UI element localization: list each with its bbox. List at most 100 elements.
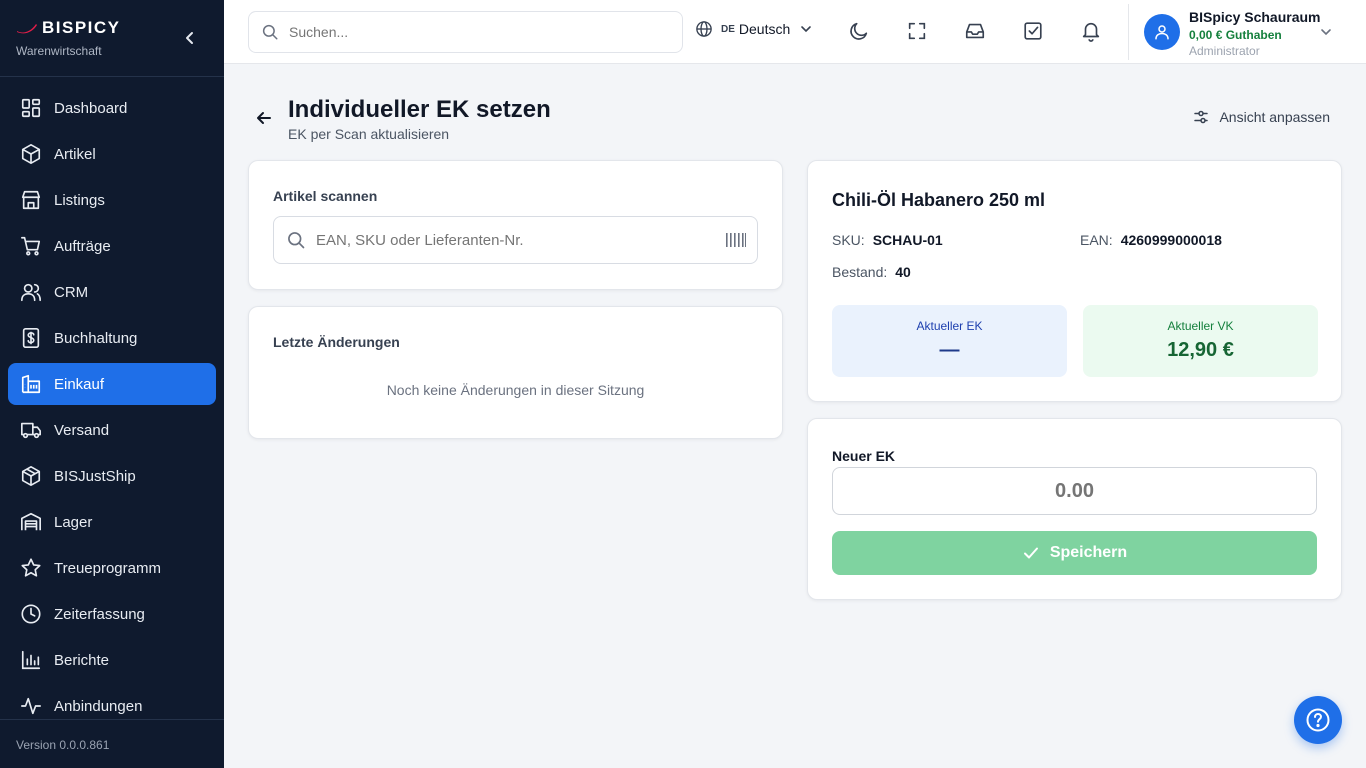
sidebar-item-bisjustship[interactable]: BISJustShip [8, 455, 216, 497]
brand-header: BISPICY Warenwirtschaft [0, 0, 224, 77]
current-ek-box: Aktueller EK — [832, 305, 1067, 377]
scan-input[interactable] [316, 231, 725, 249]
fullscreen-icon [908, 22, 926, 40]
sidebar-item-label: Berichte [54, 651, 110, 669]
scan-field[interactable] [273, 216, 758, 264]
inbox-button[interactable] [964, 20, 986, 42]
sidebar-item-label: BISJustShip [54, 467, 136, 485]
user-icon [1155, 25, 1169, 40]
sidebar-item-buchhaltung[interactable]: Buchhaltung [8, 317, 216, 359]
sidebar-item-artikel[interactable]: Artikel [8, 133, 216, 175]
current-vk-box: Aktueller VK 12,90 € [1083, 305, 1318, 377]
activity-icon [21, 697, 41, 715]
sku-label: SKU: [832, 232, 865, 248]
sidebar-nav: Dashboard Artikel Listings Aufträge CRM … [0, 77, 224, 727]
scan-card-label: Artikel scannen [273, 188, 378, 204]
package-icon [21, 466, 41, 486]
dashboard-icon [21, 98, 41, 118]
language-code: DE [721, 23, 735, 35]
recent-changes-label: Letzte Änderungen [273, 334, 400, 350]
bell-icon [1082, 22, 1100, 42]
scan-card: Artikel scannen [248, 160, 783, 290]
cart-icon [21, 236, 41, 256]
search-icon [262, 24, 278, 40]
notifications-button[interactable] [1080, 20, 1102, 42]
ean-label: EAN: [1080, 232, 1113, 248]
dark-mode-toggle[interactable] [848, 20, 870, 42]
barcode-icon[interactable] [725, 231, 747, 249]
new-ek-input[interactable] [832, 467, 1317, 515]
page-title: Individueller EK setzen [288, 96, 551, 123]
sidebar-item-versand[interactable]: Versand [8, 409, 216, 451]
sidebar-collapse-button[interactable] [182, 28, 198, 48]
empty-state-message: Noch keine Änderungen in dieser Sitzung [386, 382, 645, 398]
sidebar-item-lager[interactable]: Lager [8, 501, 216, 543]
help-button[interactable] [1294, 696, 1342, 744]
recent-changes-card: Letzte Änderungen Noch keine Änderungen … [248, 306, 783, 439]
app-version: Version 0.0.0.861 [0, 719, 224, 768]
sidebar-item-dashboard[interactable]: Dashboard [8, 87, 216, 129]
sidebar-item-auftraege[interactable]: Aufträge [8, 225, 216, 267]
sidebar-item-label: Listings [54, 191, 105, 209]
product-ean: EAN: 4260999000018 [1080, 232, 1222, 248]
customize-view-label: Ansicht anpassen [1219, 109, 1330, 125]
language-label: Deutsch [738, 21, 791, 37]
customize-view-button[interactable]: Ansicht anpassen [1193, 109, 1330, 125]
sidebar-item-label: Dashboard [54, 99, 128, 117]
save-button-label: Speichern [1049, 544, 1128, 561]
inbox-icon [965, 23, 985, 39]
chevron-down-icon [801, 26, 812, 33]
receipt-icon [22, 328, 40, 348]
topbar: DE Deutsch BISpicy Schauraum 0,00 € Guth… [224, 0, 1366, 64]
sidebar-item-label: Versand [54, 421, 110, 439]
sidebar-item-label: CRM [54, 283, 89, 301]
user-credit: 0,00 € Guthaben [1189, 28, 1282, 42]
store-icon [21, 190, 41, 210]
tasks-button[interactable] [1022, 20, 1044, 42]
global-search[interactable] [248, 11, 683, 53]
global-search-input[interactable] [289, 24, 682, 40]
search-icon [288, 232, 305, 249]
sidebar-item-berichte[interactable]: Berichte [8, 639, 216, 681]
page-subtitle: EK per Scan aktualisieren [288, 126, 450, 142]
topbar-divider [1128, 4, 1129, 60]
checkbox-icon [1024, 22, 1042, 40]
user-name: BISpicy Schauraum [1189, 9, 1321, 25]
current-ek-label: Aktueller EK [916, 319, 983, 333]
arrow-left-icon [257, 112, 271, 124]
stock-value: 40 [895, 264, 911, 280]
new-ek-card: Neuer EK Speichern [807, 418, 1342, 600]
product-card: Chili-Öl Habanero 250 ml SKU: SCHAU-01 EA… [807, 160, 1342, 402]
sidebar-item-einkauf[interactable]: Einkauf [8, 363, 216, 405]
sidebar-item-label: Artikel [54, 145, 96, 163]
current-vk-value: 12,90 € [1167, 339, 1234, 361]
product-sku: SKU: SCHAU-01 [832, 232, 943, 248]
warehouse-icon [21, 374, 41, 394]
sidebar-item-crm[interactable]: CRM [8, 271, 216, 313]
chili-logo-icon [17, 24, 37, 34]
sidebar-item-label: Aufträge [54, 237, 111, 255]
box-icon [21, 144, 41, 164]
stock-label: Bestand: [832, 264, 888, 280]
brand-name: BISPICY [42, 18, 121, 37]
sidebar-item-label: Treueprogramm [54, 559, 161, 577]
sidebar-item-label: Zeiterfassung [54, 605, 145, 623]
user-role: Administrator [1189, 44, 1260, 58]
bar-chart-icon [21, 650, 41, 670]
current-ek-value: — [939, 339, 960, 361]
globe-icon [696, 21, 712, 37]
user-menu[interactable]: BISpicy Schauraum 0,00 € Guthaben Admini… [1144, 8, 1354, 58]
current-vk-label: Aktueller VK [1167, 319, 1234, 333]
sidebar-item-listings[interactable]: Listings [8, 179, 216, 221]
back-button[interactable] [254, 108, 274, 128]
garage-icon [21, 512, 41, 531]
fullscreen-button[interactable] [906, 20, 928, 42]
product-name: Chili-Öl Habanero 250 ml [832, 190, 1046, 210]
avatar [1144, 14, 1180, 50]
star-icon [21, 558, 41, 577]
moon-icon [850, 22, 868, 40]
language-selector[interactable]: DE Deutsch [695, 20, 812, 38]
sidebar-item-treueprogramm[interactable]: Treueprogramm [8, 547, 216, 589]
save-button[interactable]: Speichern [832, 531, 1317, 575]
sidebar-item-zeiterfassung[interactable]: Zeiterfassung [8, 593, 216, 635]
